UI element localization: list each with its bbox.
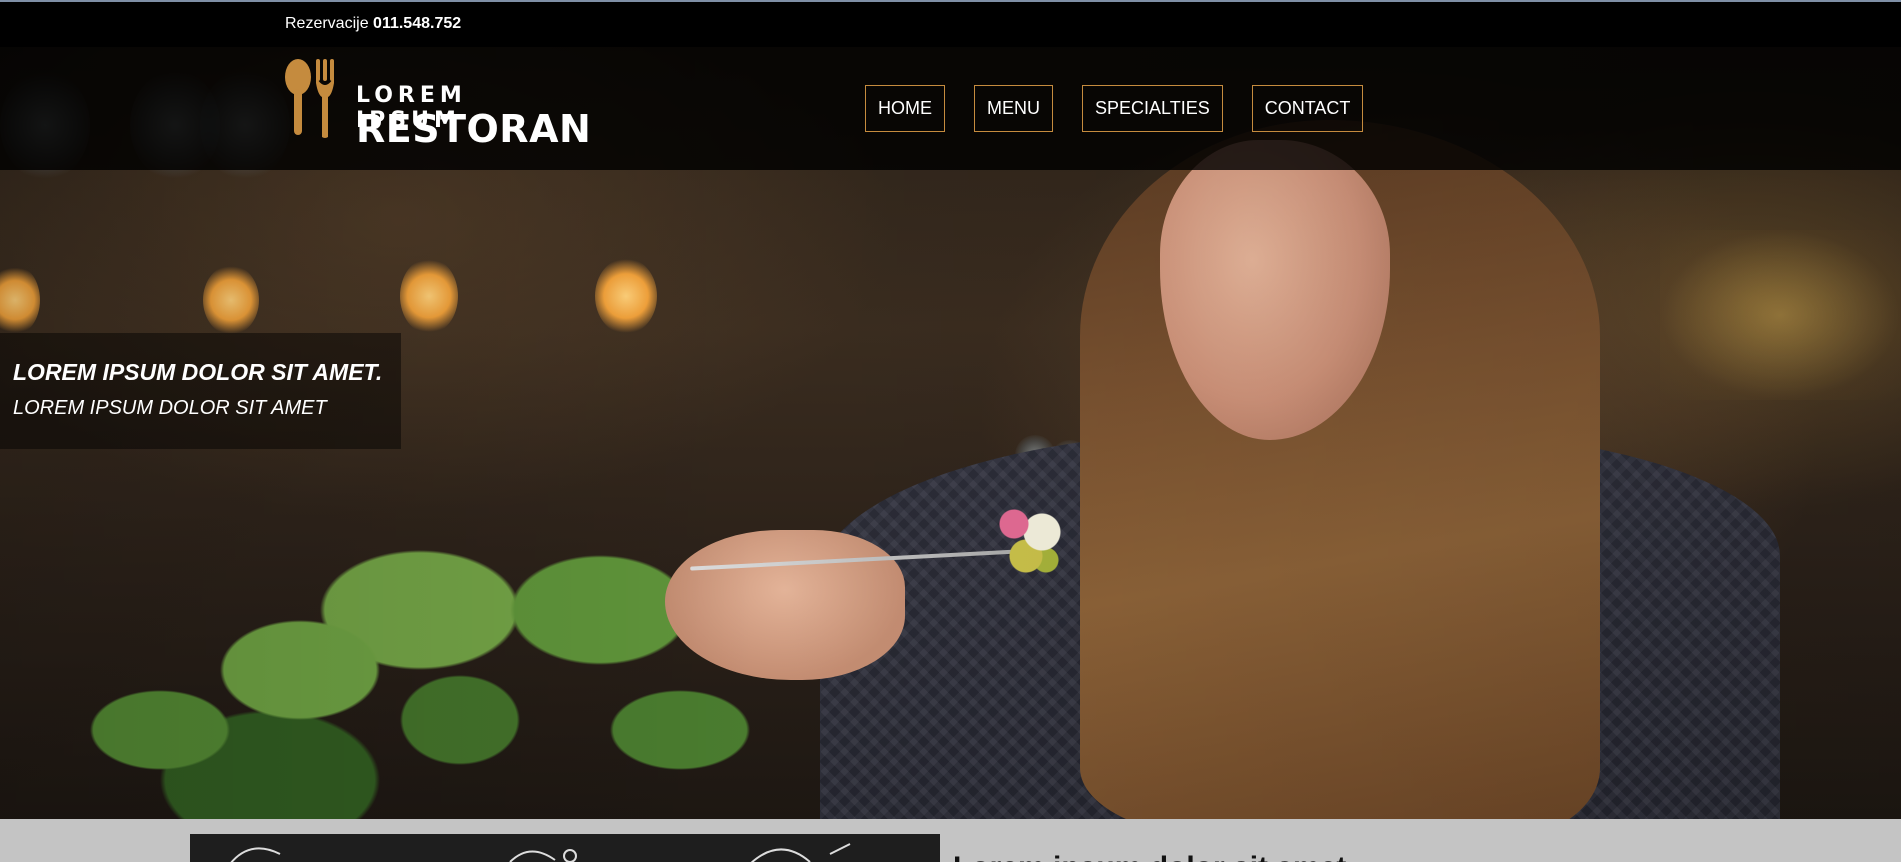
reservation-label: Rezervacije <box>285 15 369 32</box>
nav-contact[interactable]: CONTACT <box>1251 85 1364 132</box>
site-header: LOREM IPSUM RESTORAN HOME MENU SPECIALTI… <box>0 47 1901 170</box>
nav-specialties[interactable]: SPECIALTIES <box>1082 85 1223 132</box>
reservation-info: Rezervacije 011.548.752 <box>285 15 461 33</box>
nav-menu[interactable]: MENU <box>974 85 1053 132</box>
hero-caption: LOREM IPSUM DOLOR SIT AMET. LOREM IPSUM … <box>0 333 401 449</box>
hero-title: LOREM IPSUM DOLOR SIT AMET. <box>13 359 383 385</box>
logo[interactable]: LOREM IPSUM RESTORAN <box>284 59 591 151</box>
reservation-phone[interactable]: 011.548.752 <box>373 15 461 32</box>
main-nav: HOME MENU SPECIALTIES CONTACT <box>865 85 1364 132</box>
logo-line2: RESTORAN <box>356 107 592 151</box>
chalkboard-image <box>190 834 940 862</box>
top-bar: Rezervacije 011.548.752 <box>0 0 1901 47</box>
hero-subtitle: LOREM IPSUM DOLOR SIT AMET <box>13 397 327 419</box>
intro-section: Lorem ipsum dolor sit amet <box>0 819 1901 862</box>
section-heading: Lorem ipsum dolor sit amet <box>953 851 1346 862</box>
nav-home[interactable]: HOME <box>865 85 945 132</box>
spoon-fork-icon <box>285 59 334 138</box>
